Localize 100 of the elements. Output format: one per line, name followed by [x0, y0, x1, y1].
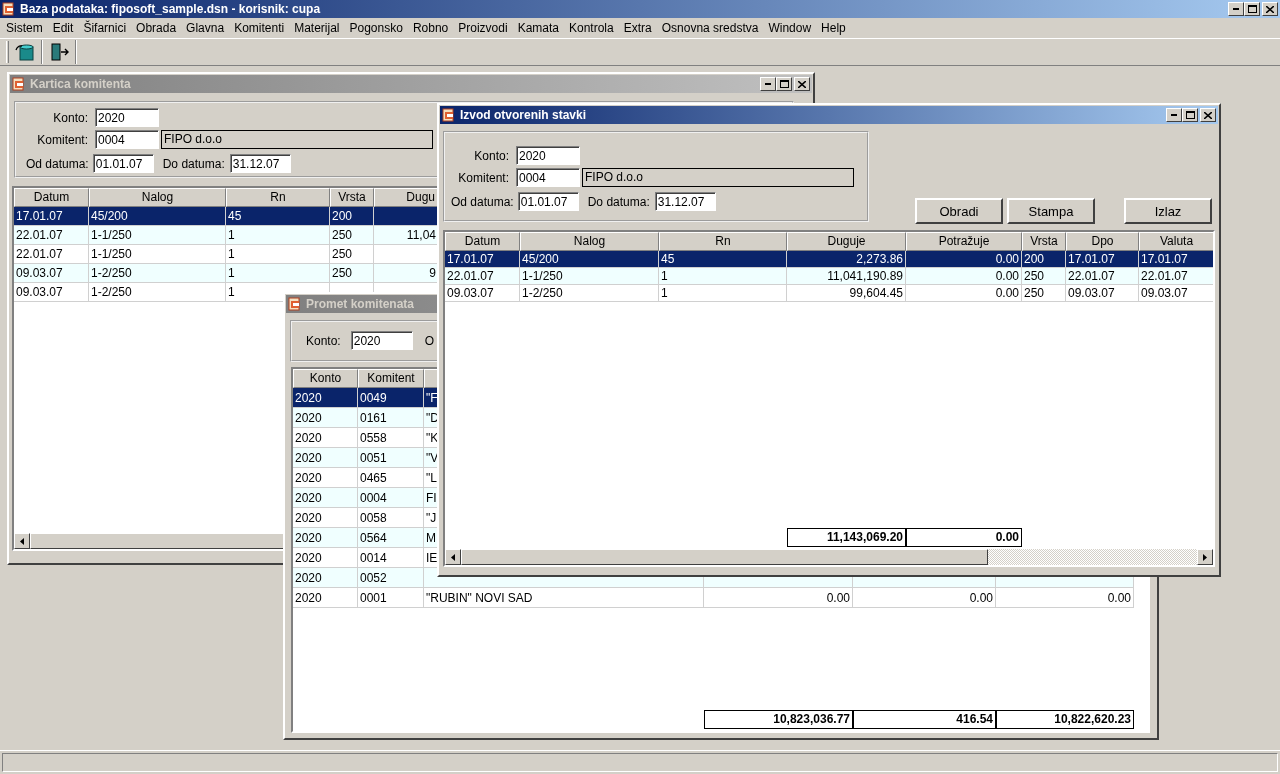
column-header[interactable]: Vrsta [1022, 232, 1066, 251]
maximize-icon [779, 80, 789, 88]
text-field[interactable]: 2020 [516, 146, 580, 165]
text-field[interactable]: 01.01.07 [92, 154, 154, 173]
scroll-left-button[interactable] [445, 549, 461, 565]
column-header[interactable]: Rn [659, 232, 787, 251]
left-arrow-icon [451, 553, 455, 561]
maximize-button[interactable] [1182, 108, 1198, 122]
menu-item[interactable]: Extra [618, 21, 657, 35]
menu-item[interactable]: Kontrola [564, 21, 619, 35]
table-row[interactable]: 17.01.07 45/200 45 2,273.86 0.00 200 17.01.07 17.01.07 [445, 251, 1213, 268]
menu-item[interactable]: Edit [47, 21, 79, 35]
maximize-button[interactable] [776, 77, 792, 91]
document-icon [12, 77, 26, 91]
scroll-right-button[interactable] [1197, 549, 1213, 565]
close-icon [1266, 5, 1274, 13]
menu-item[interactable]: Osnovna sredstva [656, 21, 764, 35]
table-row[interactable]: 22.01.07 1-1/250 1 11,041,190.89 0.00 250 22.01.07 22.01.07 [445, 268, 1213, 285]
text-field[interactable]: 0004 [516, 168, 580, 187]
horizontal-scrollbar[interactable] [445, 549, 1213, 565]
document-icon [288, 297, 302, 311]
table-row[interactable]: 09.03.07 1-2/250 1 250 9 [14, 264, 439, 283]
text-field[interactable]: 31.12.07 [229, 154, 291, 173]
minimize-button[interactable] [1228, 2, 1244, 16]
cylinder-icon[interactable] [15, 42, 35, 62]
close-icon [798, 80, 806, 88]
exit-door-icon[interactable] [49, 42, 69, 62]
column-header[interactable]: Rn [226, 188, 330, 207]
table-row[interactable]: 09.03.07 1-2/250 1 99,604.45 0.00 250 09.03.07 09.03.07 [445, 285, 1213, 302]
maximize-button[interactable] [1244, 2, 1260, 16]
close-icon [1204, 111, 1212, 119]
minimize-icon [1171, 114, 1177, 116]
text-field[interactable]: 2020 [95, 108, 159, 127]
scroll-left-button[interactable] [14, 533, 30, 549]
column-header[interactable]: Datum [14, 188, 89, 207]
menu-item[interactable]: Obrada [131, 21, 182, 35]
field-label: Konto: [473, 148, 509, 163]
menu-item[interactable]: Šifarnici [78, 21, 132, 35]
table-cell: 09.03.07 [14, 283, 89, 302]
table-cell: 0001 [358, 588, 424, 608]
menu-item[interactable]: Glavna [181, 21, 230, 35]
table-cell: 1-2/250 [520, 285, 659, 302]
menu-item[interactable]: Sistem [1, 21, 48, 35]
minimize-button[interactable] [760, 77, 776, 91]
field-label: Komitent: [457, 170, 509, 185]
text-field[interactable]: 01.01.07 [517, 192, 579, 211]
column-header[interactable]: Nalog [520, 232, 659, 251]
column-header[interactable]: Komitent [358, 369, 424, 388]
text-field[interactable]: 2020 [350, 331, 413, 350]
column-header[interactable]: Dpo [1066, 232, 1139, 251]
total-cell: 10,822,620.23 [996, 710, 1134, 729]
text-field[interactable]: 31.12.07 [654, 192, 716, 211]
menu-item[interactable]: Help [816, 21, 851, 35]
push-button[interactable]: Obradi [915, 198, 1003, 224]
document-icon [2, 2, 16, 16]
table-row[interactable]: 22.01.07 1-1/250 1 250 [14, 245, 439, 264]
menu-item[interactable]: Robno [407, 21, 454, 35]
column-header[interactable]: Dugu [374, 188, 439, 207]
table-cell: 0.00 [853, 588, 996, 608]
table-row[interactable]: 2020 0001 "RUBIN" NOVI SAD 0.00 0.00 0.00 [293, 588, 1134, 608]
field-label: Konto: [52, 110, 88, 125]
field-label: Do datuma: [162, 156, 225, 171]
column-header[interactable]: Nalog [89, 188, 226, 207]
window-title: Baza podataka: fiposoft_sample.dsn - korisnik: cupa [20, 2, 322, 16]
title-bar[interactable]: Izvod otvorenih stavki [440, 106, 1218, 124]
menu-item[interactable]: Window [763, 21, 817, 35]
menu-item[interactable]: Pogonsko [344, 21, 408, 35]
close-button[interactable] [1262, 2, 1278, 16]
column-header[interactable]: Valuta [1139, 232, 1213, 251]
name-display: FIPO d.o.o [161, 130, 433, 149]
scrollbar-thumb[interactable] [461, 549, 988, 565]
push-button[interactable]: Stampa [1007, 198, 1095, 224]
title-bar[interactable]: Baza podataka: fiposoft_sample.dsn - korisnik: cupa [0, 0, 1280, 18]
column-header[interactable]: Potražuje [906, 232, 1022, 251]
table-cell: 250 [1022, 285, 1066, 302]
menu-item[interactable]: Proizvodi [453, 21, 513, 35]
table-cell: 09.03.07 [445, 285, 520, 302]
window-title: Izvod otvorenih stavki [460, 108, 588, 122]
minimize-button[interactable] [1166, 108, 1182, 122]
menu-item[interactable]: Komitenti [229, 21, 290, 35]
push-button[interactable]: Izlaz [1124, 198, 1212, 224]
table-row[interactable]: 17.01.07 45/200 45 200 [14, 207, 439, 226]
column-header[interactable]: Duguje [787, 232, 906, 251]
field-label: Komitent: [36, 132, 88, 147]
close-button[interactable] [1200, 108, 1216, 122]
table-cell: 1-2/250 [89, 283, 226, 302]
text-field[interactable]: 0004 [95, 130, 159, 149]
menu-item[interactable]: Kamata [512, 21, 564, 35]
column-header[interactable]: Datum [445, 232, 520, 251]
table-cell: 0.00 [704, 588, 853, 608]
close-button[interactable] [794, 77, 810, 91]
menu-item[interactable]: Materijal [289, 21, 345, 35]
table-row[interactable]: 22.01.07 1-1/250 1 250 11,04 [14, 226, 439, 245]
maximize-icon [1185, 111, 1195, 119]
column-header[interactable]: Vrsta [330, 188, 374, 207]
column-header[interactable]: Konto [293, 369, 358, 388]
minimize-icon [1233, 8, 1239, 10]
table-cell: 0.00 [906, 285, 1022, 302]
maximize-icon [1247, 5, 1257, 13]
table-cell: 0.00 [996, 588, 1134, 608]
